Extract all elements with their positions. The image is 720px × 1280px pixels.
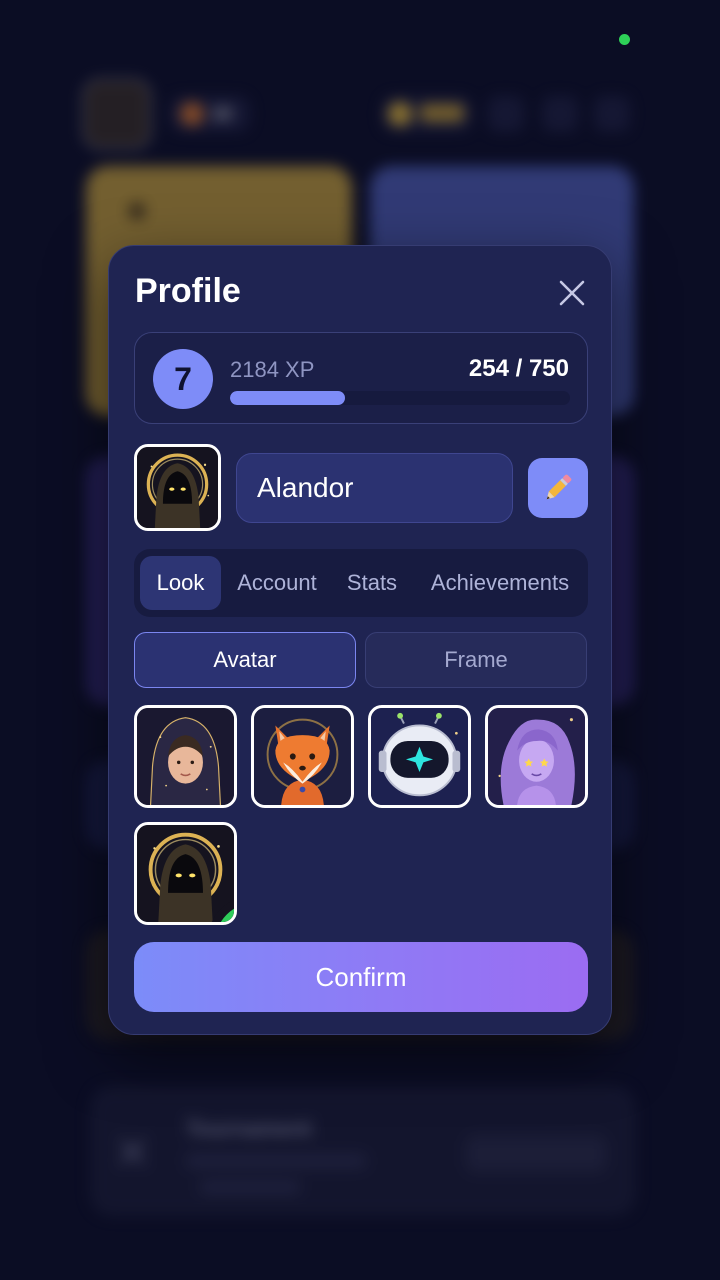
background-help-icon (542, 96, 578, 132)
xp-progress-fill (230, 391, 346, 405)
coin-icon (388, 102, 412, 126)
background-menu-icon (488, 96, 524, 132)
background-avatar (82, 78, 152, 150)
background-bottom-title: Tournament (186, 1116, 312, 1141)
background-streak-value: 30 (212, 104, 233, 124)
background-bottom-subtitle-2 (200, 1180, 300, 1194)
background-bottom-subtitle (186, 1154, 366, 1168)
xp-panel: 7 2184 XP 254 / 750 (134, 332, 588, 424)
background-settings-icon (594, 96, 630, 132)
robot-icon (371, 708, 468, 805)
hooded-figure-icon (137, 447, 218, 528)
edit-name-button[interactable] (528, 458, 588, 518)
xp-progress-track (230, 391, 570, 405)
background-streak: 30 (170, 96, 250, 132)
background-topbar: 30 (82, 78, 642, 150)
background-coins (382, 96, 472, 132)
crossed-swords-icon: ✕ (114, 1129, 151, 1178)
look-subtabs: Avatar Frame (134, 632, 588, 690)
subtab-frame[interactable]: Frame (365, 632, 587, 688)
status-indicator (619, 34, 630, 45)
close-button[interactable] (555, 276, 589, 310)
xp-total: 2184 XP (230, 357, 315, 382)
confirm-button[interactable]: Confirm (134, 942, 588, 1012)
background-bottom-card: ✕ Tournament (90, 1086, 636, 1216)
selected-check-icon (211, 899, 234, 922)
tab-stats[interactable]: Stats (337, 556, 407, 610)
close-icon (559, 280, 585, 306)
tab-achievements[interactable]: Achievements (418, 556, 582, 610)
modal-title: Profile (135, 272, 241, 310)
hooded-woman-icon (137, 708, 234, 805)
tab-account[interactable]: Account (226, 556, 328, 610)
subtab-avatar[interactable]: Avatar (134, 632, 356, 688)
profile-tabs: Look Account Stats Achievements (134, 549, 588, 617)
cosmic-woman-icon (488, 708, 585, 805)
background-bottom-button (466, 1136, 606, 1172)
avatar-option-cosmic-woman[interactable] (485, 705, 588, 808)
tab-look[interactable]: Look (140, 556, 221, 610)
background-coins-value (420, 104, 464, 122)
flame-icon (180, 102, 204, 126)
pencil-icon (546, 474, 572, 500)
avatar-option-robot[interactable] (368, 705, 471, 808)
current-avatar[interactable] (134, 444, 221, 531)
avatar-option-hooded-woman[interactable] (134, 705, 237, 808)
avatar-option-hooded-figure[interactable] (134, 822, 237, 925)
avatar-option-fox[interactable] (251, 705, 354, 808)
profile-modal: Profile 7 2184 XP 254 / 750 Alandor Look… (108, 245, 612, 1035)
username-input[interactable] (236, 453, 513, 523)
xp-progress-text: 254 / 750 (468, 355, 569, 382)
fox-icon (254, 708, 351, 805)
level-badge: 7 (153, 349, 213, 409)
